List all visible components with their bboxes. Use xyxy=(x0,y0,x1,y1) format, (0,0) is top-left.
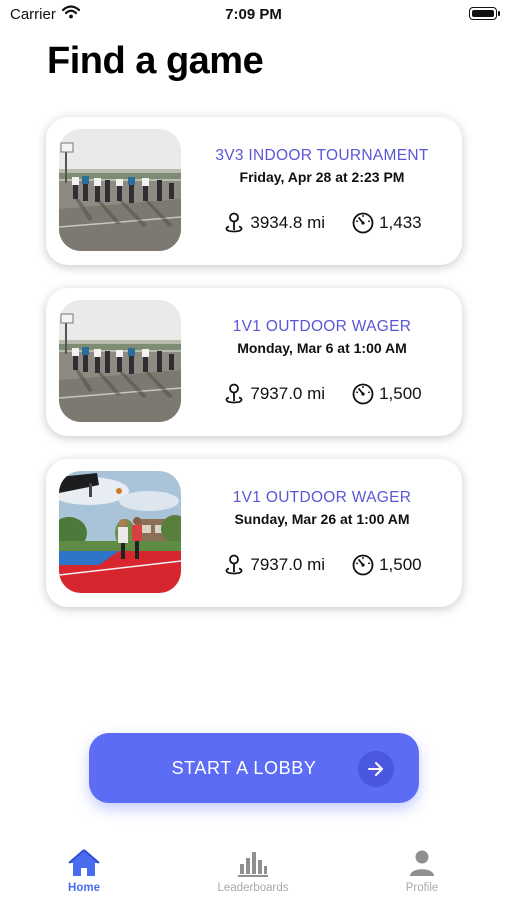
rating-value: 1,500 xyxy=(379,555,422,574)
game-date: Monday, Mar 6 at 1:00 AM xyxy=(237,340,407,356)
distance-value: 3934.8 mi xyxy=(250,213,326,232)
page-title: Find a game xyxy=(47,40,264,82)
gauge-icon xyxy=(351,211,375,235)
gauge-icon xyxy=(351,382,375,406)
distance-stat: 3934.8 mi xyxy=(222,211,325,235)
game-card[interactable]: 1V1 OUTDOOR WAGER Monday, Mar 6 at 1:00 … xyxy=(46,288,462,436)
tab-home[interactable]: Home xyxy=(24,848,144,894)
tab-leaderboards-label: Leaderboards xyxy=(217,882,289,894)
game-date: Sunday, Mar 26 at 1:00 AM xyxy=(234,511,410,527)
tab-profile-label: Profile xyxy=(405,882,439,894)
location-pin-icon xyxy=(222,211,246,235)
location-pin-icon xyxy=(222,382,246,406)
game-image xyxy=(59,129,181,251)
game-title: 1V1 OUTDOOR WAGER xyxy=(232,318,412,335)
game-image xyxy=(59,300,181,422)
game-title: 1V1 OUTDOOR WAGER xyxy=(232,489,412,506)
game-date: Friday, Apr 28 at 2:23 PM xyxy=(239,169,405,185)
distance-stat: 7937.0 mi xyxy=(222,382,325,406)
game-stats: 7937.0 mi 1,500 xyxy=(196,553,448,577)
bar-chart-icon xyxy=(238,852,268,877)
person-icon xyxy=(410,850,434,876)
distance-value: 7937.0 mi xyxy=(250,555,326,574)
game-card[interactable]: 1V1 OUTDOOR WAGER Sunday, Mar 26 at 1:00… xyxy=(46,459,462,607)
game-stats: 7937.0 mi 1,500 xyxy=(196,382,448,406)
rating-stat: 1,433 xyxy=(351,211,422,235)
game-stats: 3934.8 mi 1,433 xyxy=(196,211,448,235)
start-lobby-button[interactable]: START A LOBBY xyxy=(89,733,419,803)
tab-leaderboards[interactable]: Leaderboards xyxy=(193,848,313,894)
game-card[interactable]: 3V3 INDOOR TOURNAMENT Friday, Apr 28 at … xyxy=(46,117,462,265)
rating-stat: 1,500 xyxy=(351,382,422,406)
location-pin-icon xyxy=(222,553,246,577)
battery-icon xyxy=(469,7,500,20)
game-image xyxy=(59,471,181,593)
gauge-icon xyxy=(351,553,375,577)
home-icon xyxy=(68,849,100,876)
rating-stat: 1,500 xyxy=(351,553,422,577)
distance-stat: 7937.0 mi xyxy=(222,553,325,577)
game-title: 3V3 INDOOR TOURNAMENT xyxy=(215,147,429,164)
tab-bar: Home Leaderboards Profile xyxy=(0,840,507,900)
tab-profile[interactable]: Profile xyxy=(362,848,482,894)
distance-value: 7937.0 mi xyxy=(250,384,326,403)
rating-value: 1,433 xyxy=(379,213,422,232)
status-bar: Carrier 7:09 PM xyxy=(0,0,507,28)
status-time: 7:09 PM xyxy=(225,6,282,23)
tab-home-label: Home xyxy=(68,882,100,894)
rating-value: 1,500 xyxy=(379,384,422,403)
arrow-right-icon xyxy=(358,751,394,787)
